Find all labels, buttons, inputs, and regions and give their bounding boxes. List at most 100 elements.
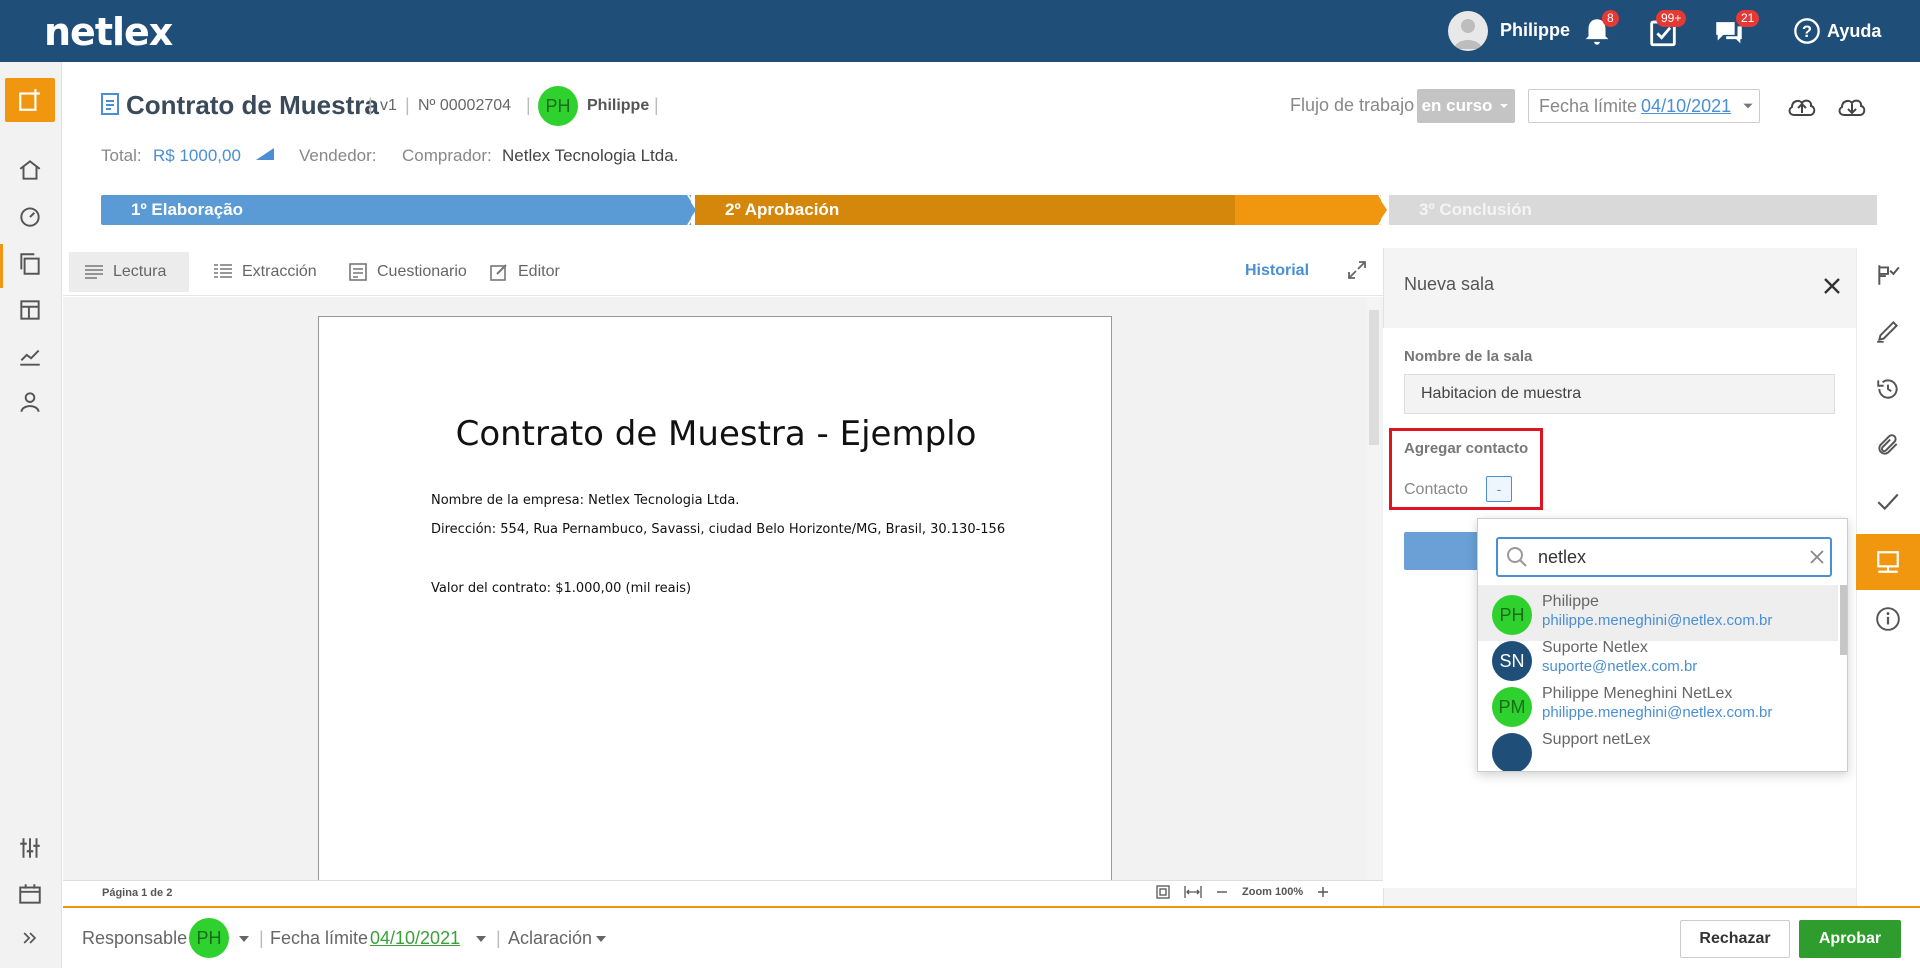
separator: |: [654, 95, 659, 115]
settings-sliders-icon[interactable]: [14, 832, 46, 864]
approval-footer: Responsable PH | Fecha límite 04/10/2021…: [63, 906, 1920, 968]
users-person-icon[interactable]: [14, 386, 46, 418]
tab-extraction[interactable]: Extracción: [198, 252, 333, 292]
analytics-chart-icon[interactable]: [14, 340, 46, 372]
fullscreen-expand-icon[interactable]: [1347, 260, 1367, 280]
active-nav-indicator: [0, 244, 3, 288]
zoom-in-plus-icon[interactable]: [1317, 885, 1329, 899]
buyer-value[interactable]: Netlex Tecnologia Ltda.: [502, 146, 678, 166]
deadline-dropdown[interactable]: Fecha límite 04/10/2021: [1528, 89, 1760, 123]
checkmark-icon[interactable]: [1871, 484, 1905, 518]
flow-steps-icon[interactable]: [1871, 258, 1905, 292]
dashboard-gauge-icon[interactable]: [14, 200, 46, 232]
owner-avatar[interactable]: PH: [538, 86, 578, 126]
top-navigation-bar: netlex Philippe 8 99+ 21 ? Ayuda: [0, 0, 1920, 62]
stage-elaboration[interactable]: 1º Elaboração: [101, 195, 691, 225]
cloud-download-icon[interactable]: [1836, 93, 1868, 119]
lines-icon: [85, 265, 103, 279]
search-icon: [1506, 546, 1528, 568]
calendar-icon[interactable]: [14, 878, 46, 910]
total-value[interactable]: R$ 1000,00: [153, 146, 241, 166]
contact-email: suporte@netlex.com.br: [1542, 658, 1698, 675]
notifications-badge: 8: [1602, 10, 1619, 27]
help-circle-icon: ?: [1794, 18, 1820, 44]
chevron-down-icon: [1743, 103, 1753, 109]
home-icon[interactable]: [14, 154, 46, 186]
info-circle-icon[interactable]: [1871, 602, 1905, 636]
page-company-line: Nombre de la empresa: Netlex Tecnologia …: [431, 493, 740, 508]
new-document-button[interactable]: [5, 78, 55, 122]
document-title[interactable]: Contrato de Muestra: [126, 90, 379, 121]
contact-option[interactable]: Support netLex: [1478, 723, 1838, 771]
dropdown-scrollbar-thumb[interactable]: [1840, 585, 1847, 655]
clarification-chevron-down-icon[interactable]: [595, 934, 607, 944]
tab-questionnaire[interactable]: Cuestionario: [333, 252, 483, 292]
separator: |: [259, 928, 264, 948]
form-icon: [349, 263, 367, 281]
contact-select-button[interactable]: -: [1486, 476, 1512, 502]
close-icon[interactable]: [1823, 277, 1841, 295]
templates-icon[interactable]: [14, 294, 46, 326]
room-name-input[interactable]: Habitacion de muestra: [1404, 374, 1835, 414]
stage-label: 3º Conclusión: [1419, 200, 1532, 219]
contact-search-value: netlex: [1538, 547, 1587, 567]
attachment-paperclip-icon[interactable]: [1871, 428, 1905, 462]
documents-icon[interactable]: [14, 248, 46, 280]
tab-editor[interactable]: Editor: [474, 252, 576, 292]
clear-search-icon[interactable]: [1810, 550, 1824, 564]
deadline-chevron-down-icon[interactable]: [475, 934, 487, 944]
stage-conclusion[interactable]: 3º Conclusión: [1389, 195, 1877, 225]
clarification-label[interactable]: Aclaración: [508, 928, 592, 949]
footer-deadline-date[interactable]: 04/10/2021: [370, 928, 460, 949]
separator: |: [526, 95, 531, 115]
workflow-status-text: en curso: [1421, 96, 1493, 115]
stage-approval[interactable]: 2º Aprobación: [695, 195, 1381, 225]
new-document-icon: [19, 89, 40, 111]
contact-search-input[interactable]: netlex: [1496, 537, 1832, 577]
page-value-line: Valor del contrato: $1.000,00 (mil reais…: [431, 581, 692, 596]
left-sidebar: [0, 62, 62, 968]
panel-primary-button[interactable]: [1404, 532, 1484, 570]
responsible-avatar[interactable]: PH: [189, 918, 229, 958]
contact-search-dropdown: netlex PH Philippe philippe.meneghini@ne…: [1477, 518, 1848, 772]
contact-name: Suporte Netlex: [1542, 639, 1648, 656]
tab-reading[interactable]: Lectura: [69, 252, 189, 292]
viewer-scrollbar-thumb[interactable]: [1369, 310, 1379, 445]
separator: |: [496, 928, 501, 948]
help-label: Ayuda: [1827, 20, 1882, 41]
history-clock-icon[interactable]: [1871, 372, 1905, 406]
stage-label: 1º Elaboração: [131, 200, 244, 219]
cloud-upload-icon[interactable]: [1786, 93, 1818, 119]
contact-email: philippe.meneghini@netlex.com.br: [1542, 612, 1773, 629]
approve-button[interactable]: Aprobar: [1799, 920, 1901, 958]
zoom-tools: Zoom 100%: [1156, 885, 1329, 899]
zoom-out-minus-icon[interactable]: [1216, 885, 1228, 899]
responsible-chevron-down-icon[interactable]: [238, 934, 250, 944]
contact-avatar: PH: [1492, 595, 1532, 635]
workflow-label: Flujo de trabajo: [1290, 95, 1415, 115]
tab-label: Cuestionario: [377, 263, 467, 280]
netlex-logo[interactable]: netlex: [44, 10, 173, 54]
reject-button[interactable]: Rechazar: [1680, 920, 1790, 958]
room-name-label: Nombre de la sala: [1404, 348, 1533, 365]
document-version: v1: [380, 97, 397, 114]
fit-width-icon[interactable]: [1184, 885, 1202, 899]
help-button[interactable]: ? Ayuda: [1793, 17, 1881, 45]
stage-label: 2º Aprobación: [725, 200, 840, 219]
tab-label: Editor: [518, 263, 560, 280]
contact-label: Contacto: [1404, 481, 1469, 498]
room-board-icon[interactable]: [1871, 545, 1905, 579]
messages-badge: 21: [1736, 10, 1760, 27]
expand-sidebar-chevrons-icon[interactable]: [14, 922, 46, 954]
fit-page-icon[interactable]: [1156, 885, 1170, 899]
edit-value-triangle-icon[interactable]: [256, 148, 274, 160]
buyer-label: Comprador:: [402, 146, 492, 165]
signature-pen-icon[interactable]: [1871, 314, 1905, 348]
page-indicator: Página 1 de 2: [102, 887, 173, 899]
user-avatar[interactable]: [1448, 11, 1488, 51]
workflow-status-dropdown[interactable]: en curso: [1417, 89, 1515, 123]
history-link[interactable]: Historial: [1245, 262, 1309, 280]
user-name[interactable]: Philippe: [1500, 20, 1570, 41]
document-icon: [101, 93, 119, 115]
footer-deadline-label: Fecha límite: [270, 928, 369, 948]
